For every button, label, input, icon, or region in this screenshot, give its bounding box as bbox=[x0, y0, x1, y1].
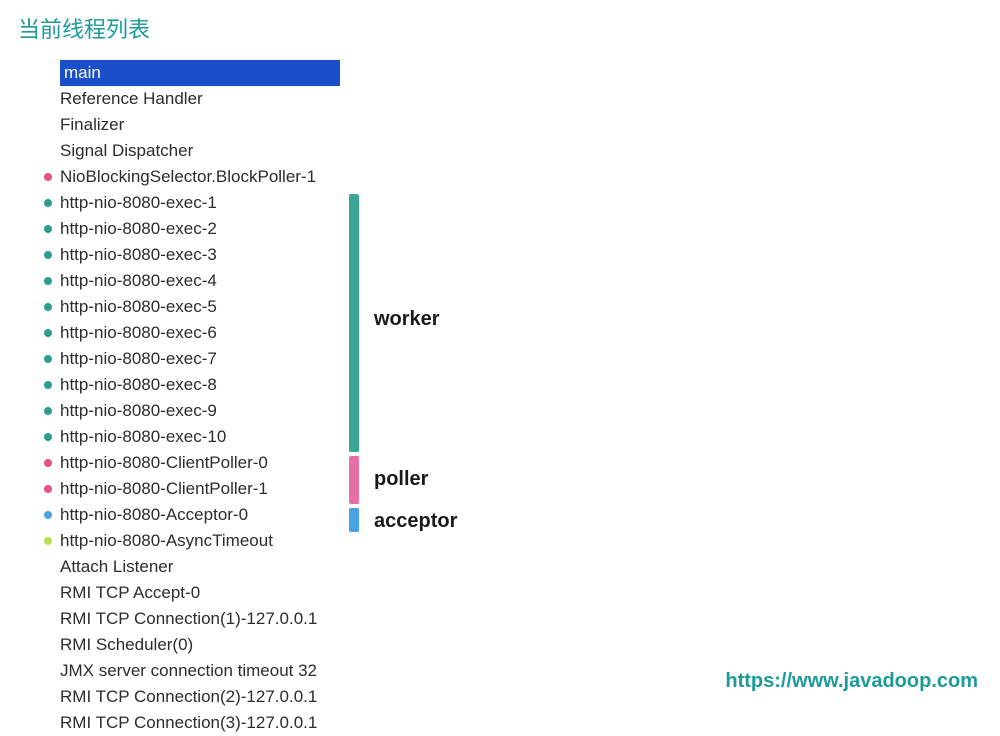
bullet-icon bbox=[44, 459, 52, 467]
thread-name: JMX server connection timeout 32 bbox=[60, 661, 317, 681]
thread-name: Finalizer bbox=[60, 115, 124, 135]
thread-name: http-nio-8080-ClientPoller-1 bbox=[60, 479, 268, 499]
thread-name: http-nio-8080-exec-5 bbox=[60, 297, 217, 317]
bullet-icon bbox=[44, 199, 52, 207]
list-item[interactable]: http-nio-8080-exec-1 bbox=[44, 190, 984, 216]
bullet-icon bbox=[44, 433, 52, 441]
thread-name: http-nio-8080-exec-9 bbox=[60, 401, 217, 421]
bullet-icon bbox=[44, 225, 52, 233]
list-item[interactable]: http-nio-8080-Acceptor-0 bbox=[44, 502, 984, 528]
list-item[interactable]: NioBlockingSelector.BlockPoller-1 bbox=[44, 164, 984, 190]
thread-name: http-nio-8080-exec-2 bbox=[60, 219, 217, 239]
list-item[interactable]: http-nio-8080-exec-3 bbox=[44, 242, 984, 268]
bullet-icon bbox=[44, 485, 52, 493]
thread-name: http-nio-8080-exec-1 bbox=[60, 193, 217, 213]
bullet-icon bbox=[44, 277, 52, 285]
thread-name: http-nio-8080-Acceptor-0 bbox=[60, 505, 248, 525]
list-item[interactable]: http-nio-8080-exec-2 bbox=[44, 216, 984, 242]
list-item[interactable]: http-nio-8080-exec-5 bbox=[44, 294, 984, 320]
thread-name: http-nio-8080-exec-7 bbox=[60, 349, 217, 369]
bullet-icon bbox=[44, 303, 52, 311]
thread-name: main bbox=[60, 60, 340, 86]
list-item[interactable]: Attach Listener bbox=[44, 554, 984, 580]
thread-name: http-nio-8080-exec-6 bbox=[60, 323, 217, 343]
page-title: 当前线程列表 bbox=[18, 12, 984, 44]
bullet-icon bbox=[44, 355, 52, 363]
bullet-icon bbox=[44, 511, 52, 519]
thread-name: Reference Handler bbox=[60, 89, 203, 109]
thread-name: http-nio-8080-exec-10 bbox=[60, 427, 226, 447]
thread-name: RMI Scheduler(0) bbox=[60, 635, 193, 655]
bullet-icon bbox=[44, 381, 52, 389]
footer-url[interactable]: https://www.javadoop.com bbox=[725, 670, 978, 693]
list-item[interactable]: http-nio-8080-exec-4 bbox=[44, 268, 984, 294]
bullet-icon bbox=[44, 407, 52, 415]
thread-name: RMI TCP Accept-0 bbox=[60, 583, 200, 603]
thread-name: http-nio-8080-ClientPoller-0 bbox=[60, 453, 268, 473]
bullet-icon bbox=[44, 251, 52, 259]
list-item[interactable]: RMI TCP Accept-0 bbox=[44, 580, 984, 606]
list-item[interactable]: http-nio-8080-exec-9 bbox=[44, 398, 984, 424]
thread-list: worker poller acceptor mainReference Han… bbox=[44, 60, 984, 736]
thread-name: RMI TCP Connection(1)-127.0.0.1 bbox=[60, 609, 317, 629]
list-item[interactable]: Reference Handler bbox=[44, 86, 984, 112]
list-item[interactable]: http-nio-8080-exec-8 bbox=[44, 372, 984, 398]
bullet-icon bbox=[44, 537, 52, 545]
thread-name: Signal Dispatcher bbox=[60, 141, 193, 161]
thread-name: http-nio-8080-exec-3 bbox=[60, 245, 217, 265]
list-item[interactable]: RMI Scheduler(0) bbox=[44, 632, 984, 658]
list-item[interactable]: RMI TCP Connection(3)-127.0.0.1 bbox=[44, 710, 984, 736]
list-item[interactable]: http-nio-8080-ClientPoller-1 bbox=[44, 476, 984, 502]
thread-name: RMI TCP Connection(3)-127.0.0.1 bbox=[60, 713, 317, 733]
thread-name: http-nio-8080-AsyncTimeout bbox=[60, 531, 273, 551]
thread-name: Attach Listener bbox=[60, 557, 173, 577]
list-item[interactable]: Signal Dispatcher bbox=[44, 138, 984, 164]
list-item[interactable]: http-nio-8080-ClientPoller-0 bbox=[44, 450, 984, 476]
list-item[interactable]: RMI TCP Connection(1)-127.0.0.1 bbox=[44, 606, 984, 632]
list-item[interactable]: main bbox=[44, 60, 984, 86]
list-item[interactable]: Finalizer bbox=[44, 112, 984, 138]
thread-name: http-nio-8080-exec-8 bbox=[60, 375, 217, 395]
bullet-icon bbox=[44, 329, 52, 337]
thread-name: RMI TCP Connection(2)-127.0.0.1 bbox=[60, 687, 317, 707]
thread-name: http-nio-8080-exec-4 bbox=[60, 271, 217, 291]
bullet-icon bbox=[44, 173, 52, 181]
thread-name: NioBlockingSelector.BlockPoller-1 bbox=[60, 167, 316, 187]
list-item[interactable]: http-nio-8080-AsyncTimeout bbox=[44, 528, 984, 554]
list-item[interactable]: http-nio-8080-exec-6 bbox=[44, 320, 984, 346]
list-item[interactable]: http-nio-8080-exec-7 bbox=[44, 346, 984, 372]
list-item[interactable]: http-nio-8080-exec-10 bbox=[44, 424, 984, 450]
